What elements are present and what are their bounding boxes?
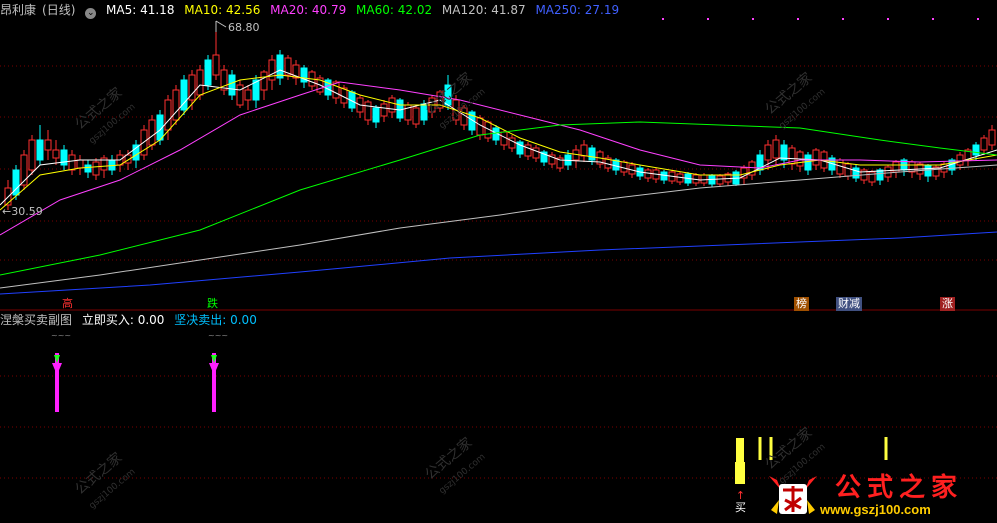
high-price-label: 68.80: [228, 21, 260, 34]
candle-body: [812, 149, 820, 166]
main-legend: 昂利康 (日线) ⌄ MA5: 41.18 MA10: 42.56 MA20: 4…: [0, 0, 997, 20]
green-arrow-icon: [54, 355, 60, 363]
ma5-label: MA5: 41.18: [106, 3, 175, 17]
candle-body: [164, 99, 172, 131]
watermark-url: www.gszj100.com: [820, 502, 931, 517]
signal-label: ~~~: [208, 331, 228, 340]
candle-body: [236, 84, 244, 106]
watermark-logo: 公式之家: [835, 473, 964, 503]
period-label[interactable]: (日线): [42, 3, 75, 17]
candlestick-chart[interactable]: ~~~ ~~~公式之家gszj100.com公式之家gszj100.com 公式之家…: [0, 0, 997, 523]
candle-body: [412, 107, 420, 125]
candle-body: [228, 74, 236, 96]
signal-label: ~~~: [51, 331, 71, 340]
candle-body: [532, 147, 540, 159]
candle-body: [268, 59, 276, 81]
candle-body: [68, 154, 76, 171]
marker-rank[interactable]: 榜: [794, 297, 809, 311]
candle-body: [884, 166, 892, 178]
candle-body: [52, 149, 60, 159]
sub-panel-legend: 涅槃买卖副图 立即买入: 0.00 坚决卖出: 0.00: [0, 310, 997, 330]
candle-body: [580, 144, 588, 157]
sub-panel-title[interactable]: 涅槃买卖副图: [0, 313, 72, 327]
candle-body: [588, 147, 596, 161]
candle-body: [804, 154, 812, 171]
marker-finance[interactable]: 财减: [836, 297, 862, 311]
high-pointer: [215, 20, 227, 28]
buy-signal-bar: [758, 437, 762, 460]
green-arrow-icon: [211, 355, 217, 363]
candle-body: [244, 89, 252, 101]
candle-body: [172, 89, 180, 121]
ma60-label: MA60: 42.02: [356, 3, 433, 17]
candle-body: [852, 167, 860, 179]
ma10-label: MA10: 42.56: [184, 3, 261, 17]
ma250-label: MA250: 27.19: [535, 3, 620, 17]
candle-body: [380, 103, 388, 117]
ma120-label: MA120: 41.87: [441, 3, 526, 17]
low-price-label: ←30.59: [2, 205, 43, 218]
candle-body: [844, 163, 852, 177]
candle-body: [660, 171, 668, 181]
ma20-line: [0, 81, 997, 236]
buy-signal-bar: [884, 437, 888, 460]
candle-body: [28, 139, 36, 171]
stock-name[interactable]: 昂利康: [0, 3, 36, 17]
candle-body: [700, 174, 708, 184]
candle-body: [388, 97, 396, 113]
candle-body: [524, 144, 532, 157]
sell-label: 坚决卖出: 0.00: [174, 313, 257, 327]
candle-body: [76, 159, 84, 169]
sell-arrow-icon: [52, 363, 62, 375]
candle-body: [44, 139, 52, 151]
logo-emblem-icon: [765, 470, 821, 518]
candle-body: [772, 139, 780, 159]
buy-signal-bar: [735, 462, 745, 484]
candle-body: [956, 154, 964, 166]
candle-body: [972, 144, 980, 156]
candle-body: [364, 101, 372, 121]
ma120-line: [0, 164, 997, 289]
ma20-label: MA20: 40.79: [270, 3, 347, 17]
sell-arrow-icon: [209, 363, 219, 375]
candle-body: [988, 129, 996, 146]
marker-rise[interactable]: 涨: [940, 297, 955, 311]
candle-body: [92, 161, 100, 176]
candle-body: [372, 107, 380, 123]
marker-fall[interactable]: 跌: [205, 297, 220, 311]
candle-body: [644, 169, 652, 179]
candle-body: [716, 175, 724, 185]
settings-icon[interactable]: ⌄: [85, 8, 97, 19]
buy-sign: ↑ 买: [735, 489, 746, 514]
candle-body: [260, 71, 268, 91]
candle-body: [940, 163, 948, 173]
candle-body: [36, 139, 44, 161]
candle-body: [84, 164, 92, 173]
candle-body: [132, 144, 140, 161]
marker-high[interactable]: 高: [60, 297, 75, 311]
candle-body: [868, 171, 876, 183]
candle-body: [204, 59, 212, 86]
candle-body: [148, 119, 156, 146]
buy-label: 立即买入: 0.00: [81, 313, 165, 327]
ma250-line: [0, 231, 997, 295]
candle-body: [980, 137, 988, 151]
candle-body: [196, 69, 204, 96]
candle-body: [212, 54, 220, 76]
candle-body: [764, 144, 772, 161]
candle-body: [924, 165, 932, 177]
